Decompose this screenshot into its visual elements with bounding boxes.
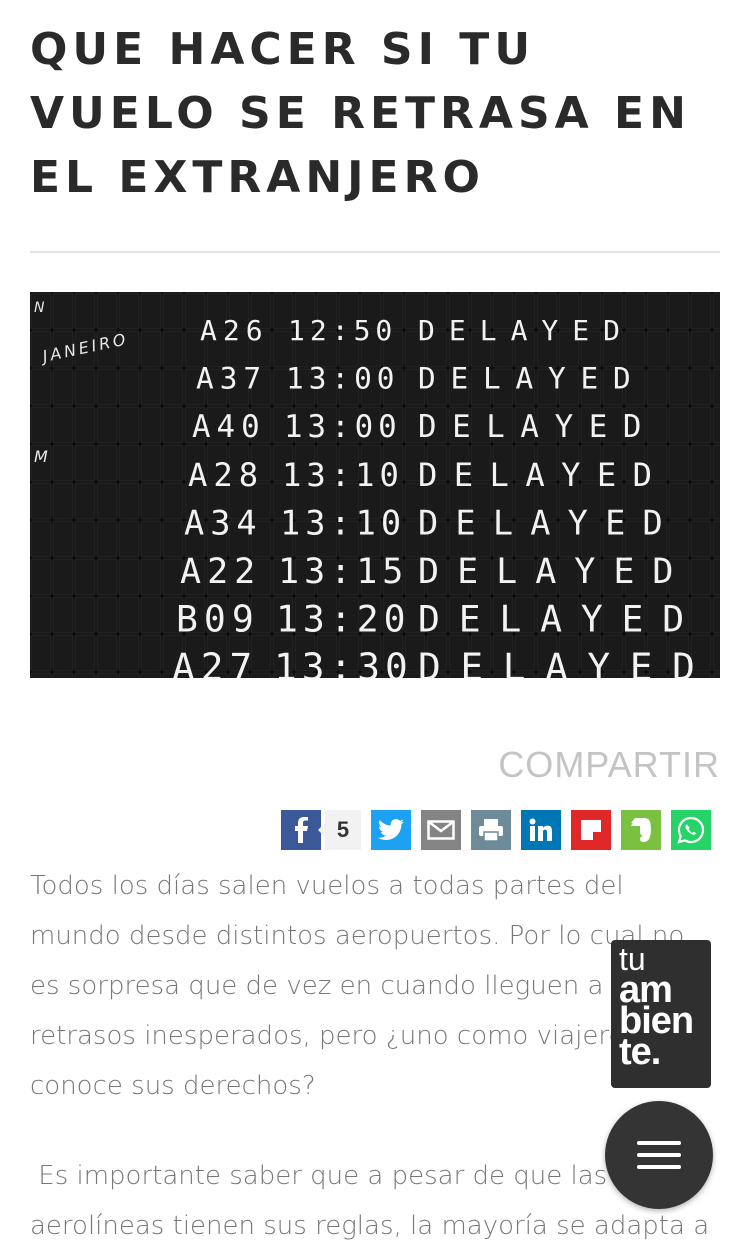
twitter-share-button[interactable] [371, 810, 411, 850]
twitter-icon [378, 819, 404, 841]
linkedin-share-button[interactable] [521, 810, 561, 850]
email-icon [427, 820, 455, 840]
board-gate: A37 [196, 362, 267, 396]
board-gate: A22 [180, 552, 261, 592]
title-divider [30, 251, 720, 253]
flipboard-share-button[interactable] [571, 810, 611, 850]
board-destination-label: M [34, 447, 51, 466]
print-share-button[interactable] [471, 810, 511, 850]
board-status: DELAYED [418, 409, 657, 445]
departures-board-graphic: A26 12:50 DELAYED A37 13:00 DELAYED A40 13:00 DE… [30, 292, 720, 678]
board-gate: A26 [200, 314, 269, 347]
share-label: COMPARTIR [498, 744, 720, 785]
board-gate: A28 [188, 456, 264, 494]
hamburger-icon-bar [637, 1141, 681, 1145]
board-status: DELAYED [418, 314, 634, 347]
board-time: 13:10 [280, 503, 406, 542]
board-destination-label: N [34, 300, 47, 316]
linkedin-icon [529, 818, 552, 841]
print-icon [479, 819, 503, 842]
facebook-icon [295, 817, 308, 843]
menu-button[interactable] [605, 1101, 713, 1209]
board-time: 13:20 [276, 598, 411, 641]
hero-image-departures-board: A26 12:50 DELAYED A37 13:00 DELAYED A40 13:00 DE… [30, 292, 720, 678]
board-status: DELAYED [418, 645, 715, 678]
flipboard-icon [581, 820, 601, 840]
board-time: 13:10 [282, 456, 404, 494]
whatsapp-icon [677, 816, 705, 844]
board-time: 13:00 [284, 409, 402, 445]
board-status: DELAYED [418, 598, 703, 641]
facebook-share-count: 5 [318, 810, 361, 850]
evernote-share-button[interactable] [621, 810, 661, 850]
board-status: DELAYED [418, 552, 692, 592]
hamburger-icon-bar [637, 1153, 681, 1157]
board-gate: B09 [176, 598, 260, 641]
board-time: 13:30 [274, 645, 413, 678]
board-gate: A34 [184, 503, 263, 542]
whatsapp-share-button[interactable] [671, 810, 711, 850]
evernote-icon [631, 818, 651, 842]
board-status: DELAYED [418, 503, 680, 542]
board-gate: A40 [192, 409, 266, 445]
article-title: QUE HACER SI TU VUELO SE RETRASA EN EL E… [30, 24, 691, 203]
board-time: 13:15 [278, 552, 408, 592]
share-buttons: 5 [281, 810, 711, 850]
board-time: 12:50 [288, 314, 397, 347]
email-share-button[interactable] [421, 810, 461, 850]
hamburger-icon-bar [637, 1165, 681, 1169]
board-status: DELAYED [418, 362, 645, 396]
tuambiente-logo[interactable]: tu am bien te. [611, 940, 711, 1088]
board-gate: A27 [172, 645, 258, 678]
board-status: DELAYED [418, 456, 668, 494]
board-time: 13:00 [286, 362, 399, 396]
facebook-share-button[interactable] [281, 810, 321, 850]
